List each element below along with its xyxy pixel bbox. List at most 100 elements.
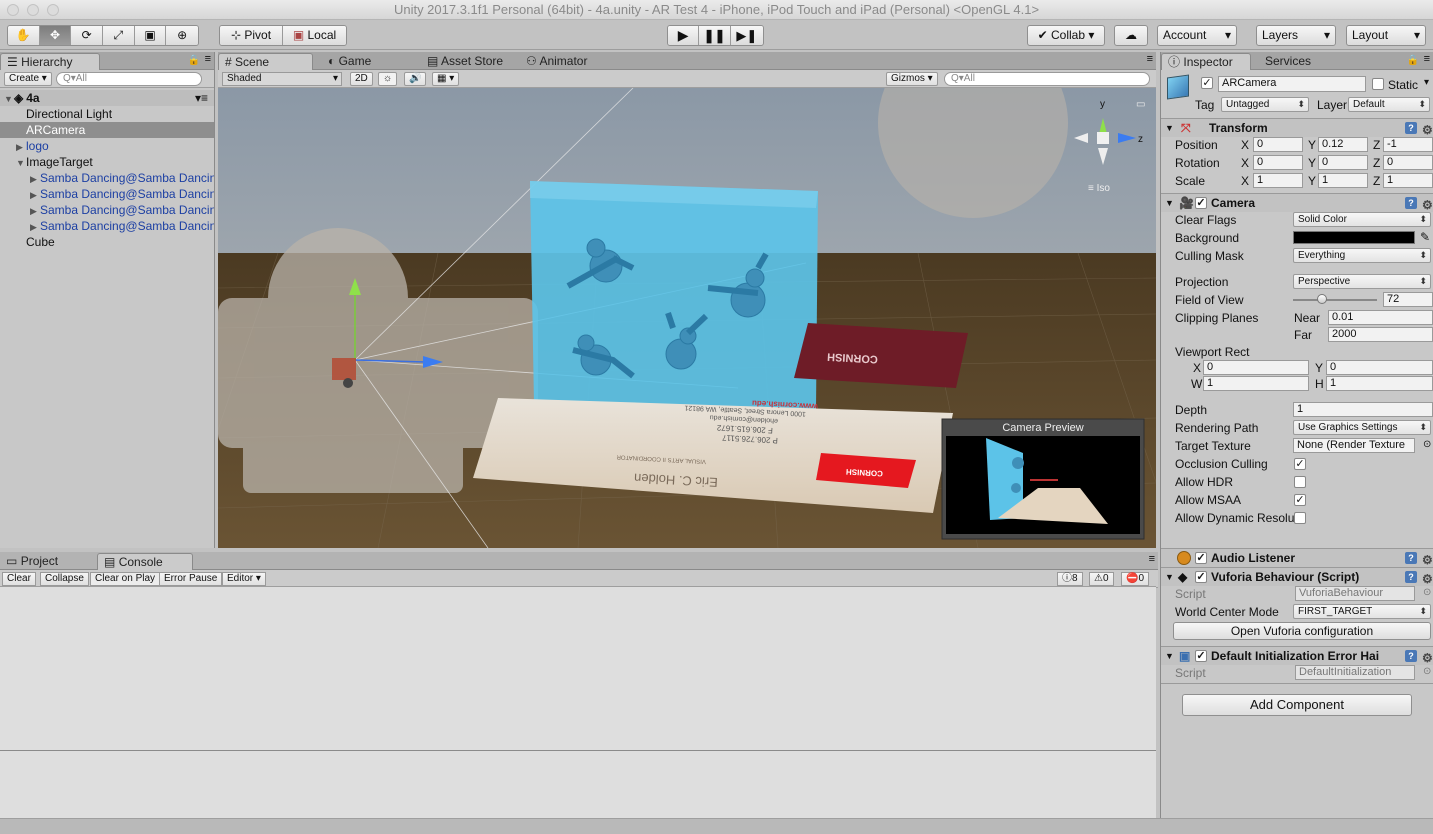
help-icon[interactable]: ? — [1405, 122, 1417, 134]
vuforia-header[interactable]: ▼ ◆ ✓ Vuforia Behaviour (Script) ? ⚙ — [1161, 567, 1433, 586]
static-checkbox[interactable] — [1372, 78, 1384, 90]
tab-animator[interactable]: ⚇ Animator — [520, 53, 593, 70]
clear-button[interactable]: Clear — [2, 572, 36, 586]
dynres-checkbox[interactable] — [1294, 512, 1306, 524]
open-vuforia-config-button[interactable]: Open Vuforia configuration — [1173, 622, 1431, 640]
fov-slider-track[interactable] — [1293, 299, 1377, 301]
layer-dropdown[interactable]: Default — [1348, 97, 1430, 112]
play-icon[interactable]: ▶ — [668, 26, 700, 45]
viewport-y-field[interactable]: 0 — [1326, 360, 1433, 375]
depth-field[interactable]: 1 — [1293, 402, 1433, 417]
rendering-path-dropdown[interactable]: Use Graphics Settings — [1293, 420, 1431, 435]
tab-scene[interactable]: # Scene — [218, 53, 313, 70]
scale-icon[interactable]: ⤢ — [103, 26, 135, 45]
tab-project[interactable]: ▭ Project — [0, 553, 92, 570]
viewport-w-field[interactable]: 1 — [1203, 376, 1309, 391]
step-icon[interactable]: ▶❚ — [730, 26, 763, 45]
target-texture-field[interactable]: None (Render Texture — [1293, 438, 1415, 453]
tag-dropdown[interactable]: Untagged — [1221, 97, 1309, 112]
lock-icon[interactable]: 🔒 — [1407, 55, 1419, 66]
tab-services[interactable]: Services — [1259, 53, 1317, 70]
static-dropdown-arrow[interactable]: ▾ — [1424, 77, 1429, 88]
near-field[interactable]: 0.01 — [1328, 310, 1433, 325]
viewport-h-field[interactable]: 1 — [1326, 376, 1433, 391]
hierarchy-search-input[interactable]: Q▾All — [56, 72, 202, 86]
shading-dropdown[interactable]: Shaded ▾ — [222, 72, 342, 86]
collab-button[interactable]: ✔ Collab ▾ — [1027, 25, 1105, 46]
collapse-button[interactable]: Collapse — [40, 572, 89, 586]
hierarchy-item[interactable]: Cube — [0, 234, 214, 250]
rotation-y-field[interactable]: 0 — [1318, 155, 1368, 170]
panel-menu-icon[interactable]: ≡ — [1424, 53, 1430, 65]
expand-arrow-icon[interactable]: ▶ — [30, 187, 40, 202]
panel-menu-icon[interactable]: ≡ — [205, 53, 211, 65]
lighting-icon[interactable]: ☼ — [378, 72, 398, 86]
scale-x-field[interactable]: 1 — [1253, 173, 1303, 188]
hdr-checkbox[interactable] — [1294, 476, 1306, 488]
pause-icon[interactable]: ❚❚ — [699, 26, 731, 45]
pivot-button[interactable]: ⊹ Pivot — [220, 26, 284, 45]
expand-arrow-icon[interactable]: ▶ — [30, 171, 40, 186]
tab-console[interactable]: ▤ Console — [97, 553, 193, 570]
center-handle[interactable] — [332, 358, 356, 380]
scene-menu-icon[interactable]: ▾≡ — [195, 90, 208, 106]
msaa-checkbox[interactable]: ✓ — [1294, 494, 1306, 506]
iso-label[interactable]: ≡ Iso — [1088, 183, 1110, 194]
object-picker-icon[interactable]: ⊙ — [1423, 587, 1431, 598]
hierarchy-item[interactable]: ▶ Samba Dancing@Samba Dancing — [0, 202, 214, 218]
projection-dropdown[interactable]: Perspective — [1293, 274, 1431, 289]
scene-render[interactable]: CORNISH Eric C. Holden VISUAL ARTS II CO… — [218, 88, 1156, 548]
foldout-arrow-icon[interactable]: ▼ — [1165, 119, 1174, 137]
scale-y-field[interactable]: 1 — [1318, 173, 1368, 188]
hierarchy-item[interactable]: ARCamera — [0, 122, 214, 138]
lock-icon[interactable]: 🔒 — [188, 55, 200, 66]
clear-on-play-button[interactable]: Clear on Play — [90, 572, 161, 586]
hierarchy-item[interactable]: ▼ImageTarget — [0, 154, 214, 170]
layers-dropdown[interactable]: Layers ▾ — [1256, 25, 1336, 46]
move-icon[interactable]: ✥ — [39, 26, 72, 45]
default-init-header[interactable]: ▼ ▣ ✓ Default Initialization Error Hai ?… — [1161, 646, 1433, 665]
account-dropdown[interactable]: Account ▾ — [1157, 25, 1237, 46]
hierarchy-item[interactable]: ▶ Samba Dancing@Samba Dancing — [0, 186, 214, 202]
gizmos-dropdown[interactable]: Gizmos ▾ — [886, 72, 938, 86]
scene-search-input[interactable]: Q▾All — [944, 72, 1150, 86]
rotation-z-field[interactable]: 0 — [1383, 155, 1433, 170]
scale-z-field[interactable]: 1 — [1383, 173, 1433, 188]
audio-listener-checkbox[interactable]: ✓ — [1195, 552, 1207, 564]
expand-arrow-icon[interactable]: ▼ — [4, 91, 14, 106]
expand-arrow-icon[interactable]: ▼ — [16, 155, 26, 170]
expand-arrow-icon[interactable]: ▶ — [16, 139, 26, 154]
fov-slider-thumb[interactable] — [1317, 294, 1328, 304]
rect-icon[interactable]: ▣ — [134, 26, 167, 45]
help-icon[interactable]: ? — [1405, 197, 1417, 209]
transform-header[interactable]: ▼ ⤧ Transform ? ⚙ — [1161, 118, 1433, 137]
occlusion-checkbox[interactable]: ✓ — [1294, 458, 1306, 470]
help-icon[interactable]: ? — [1405, 571, 1417, 583]
error-filter-button[interactable]: ⛔0 — [1121, 572, 1150, 586]
eyedropper-icon[interactable]: ✎ — [1420, 230, 1430, 244]
zoom-window-button[interactable] — [47, 4, 59, 16]
expand-arrow-icon[interactable]: ▶ — [30, 203, 40, 218]
far-field[interactable]: 2000 — [1328, 327, 1433, 342]
culling-mask-dropdown[interactable]: Everything — [1293, 248, 1431, 263]
effects-icon[interactable]: ▦ ▾ — [432, 72, 460, 86]
tab-inspector[interactable]: ⓘ Inspector — [1161, 53, 1251, 70]
fov-field[interactable]: 72 — [1383, 292, 1433, 307]
object-picker-icon[interactable]: ⊙ — [1423, 666, 1431, 677]
foldout-arrow-icon[interactable]: ▼ — [1165, 568, 1174, 586]
editor-dropdown[interactable]: Editor ▾ — [222, 572, 266, 586]
close-window-button[interactable] — [7, 4, 19, 16]
scene-lock-icon[interactable]: ▭ — [1136, 99, 1145, 110]
world-center-dropdown[interactable]: FIRST_TARGET — [1293, 604, 1431, 619]
gizmo-center-cube[interactable] — [1097, 132, 1109, 144]
tab-asset-store[interactable]: ▤ Asset Store — [421, 53, 509, 70]
tab-hierarchy[interactable]: ☰ Hierarchy — [0, 53, 100, 70]
scene-root-row[interactable]: ▼◈ 4a ▾≡ — [0, 90, 214, 106]
audio-icon[interactable]: 🔊 — [404, 72, 427, 86]
clear-flags-dropdown[interactable]: Solid Color — [1293, 212, 1431, 227]
hierarchy-item[interactable]: ▶ Samba Dancing@Samba Dancing — [0, 170, 214, 186]
local-button[interactable]: ▣ Local — [283, 26, 346, 45]
viewport-x-field[interactable]: 0 — [1203, 360, 1309, 375]
default-init-checkbox[interactable]: ✓ — [1195, 650, 1207, 662]
hierarchy-item[interactable]: ▶ Samba Dancing@Samba Dancing — [0, 218, 214, 234]
